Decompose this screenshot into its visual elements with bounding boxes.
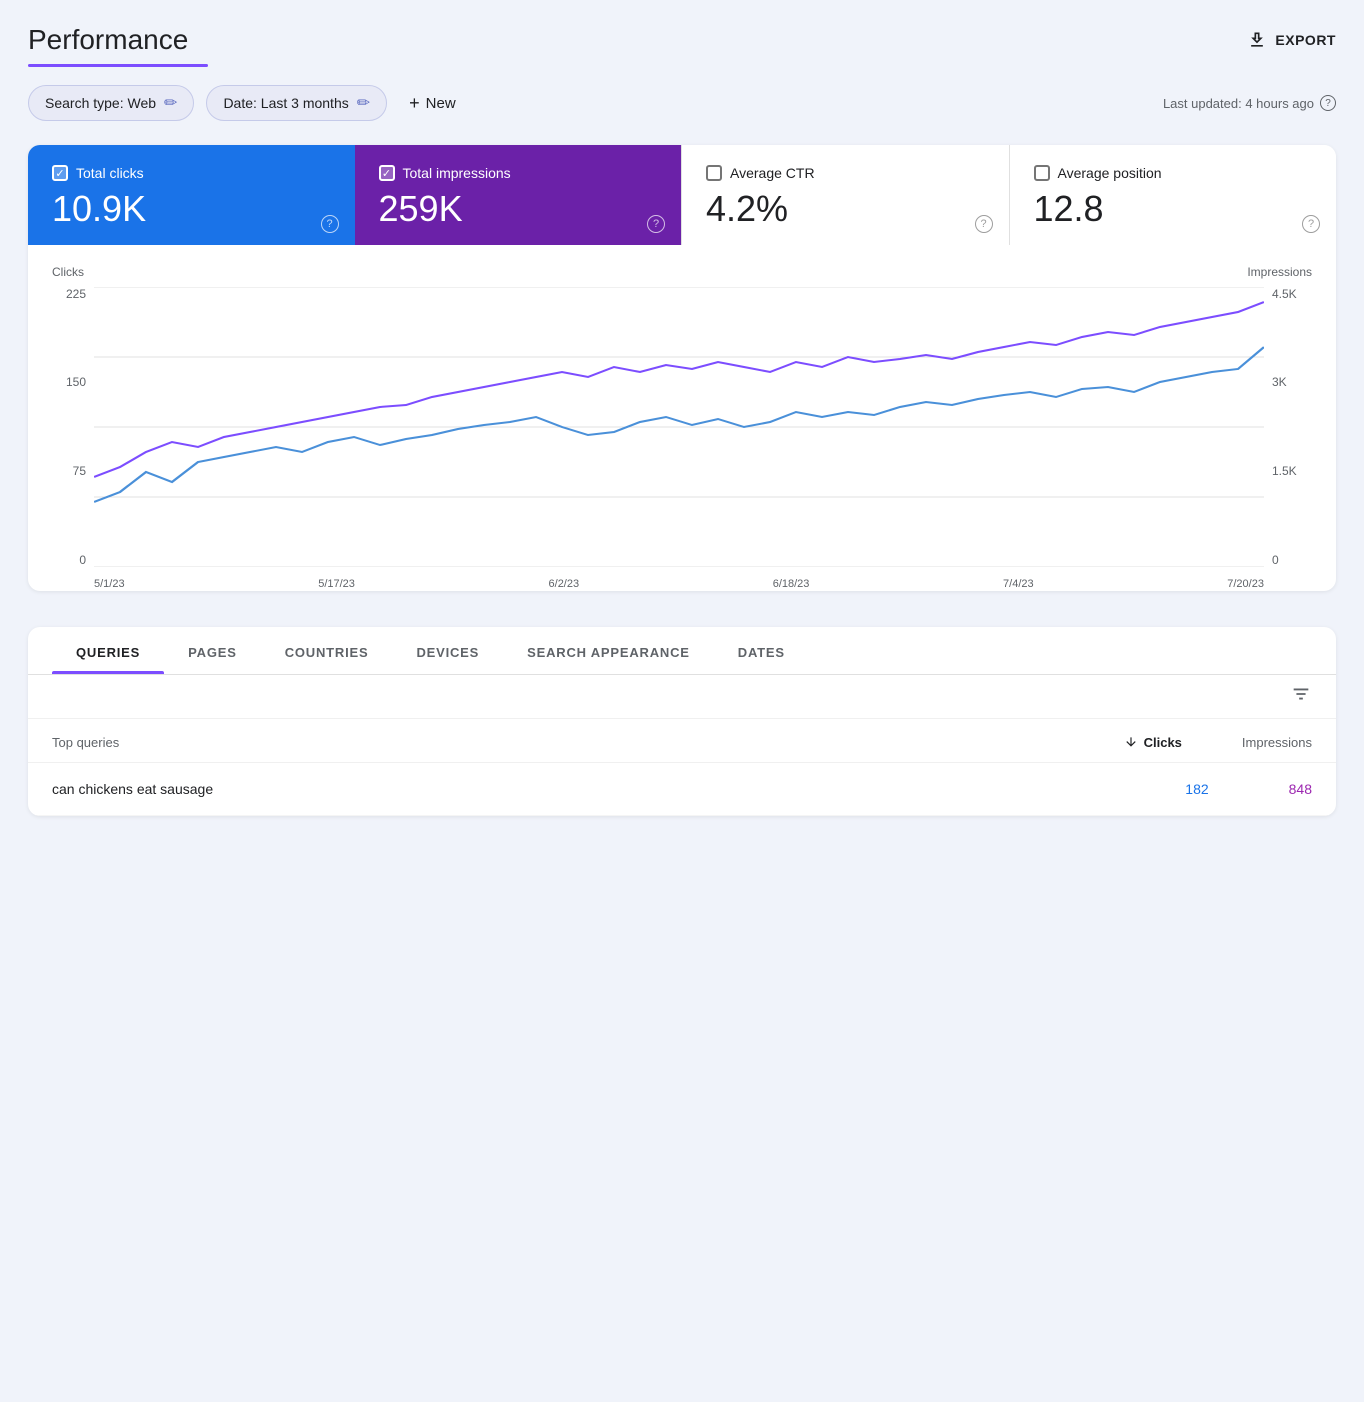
chart-svg-wrapper: 5/1/23 5/17/23 6/2/23 6/18/23 7/4/23 7/2…: [94, 287, 1264, 567]
tabs-card: QUERIES PAGES COUNTRIES DEVICES SEARCH A…: [28, 627, 1336, 816]
spacer: [28, 607, 1336, 627]
tab-search-appearance[interactable]: SEARCH APPEARANCE: [503, 627, 714, 674]
edit-icon: ✏: [164, 93, 177, 113]
metrics-card: Total clicks 10.9K ? Total impressions 2…: [28, 145, 1336, 591]
chart-left-title: Clicks: [52, 265, 678, 279]
metric-total-clicks[interactable]: Total clicks 10.9K ?: [28, 145, 355, 245]
tab-countries[interactable]: COUNTRIES: [261, 627, 393, 674]
new-button[interactable]: + New: [399, 86, 466, 121]
y-right-45k: 4.5K: [1272, 287, 1312, 301]
x-label-5: 7/4/23: [1003, 578, 1034, 590]
clicks-line: [94, 347, 1264, 502]
y-left-0: 0: [52, 553, 86, 567]
header-underline: [28, 64, 208, 67]
query-text[interactable]: can chickens eat sausage: [52, 781, 213, 797]
y-left-75: 75: [52, 464, 86, 478]
position-help-icon[interactable]: ?: [1302, 215, 1320, 233]
chart-area: Clicks Impressions 225 150 75 0: [28, 245, 1336, 591]
edit-icon-date: ✏: [357, 93, 370, 113]
tab-devices[interactable]: DEVICES: [392, 627, 503, 674]
col-query-header: Top queries: [52, 735, 119, 750]
y-right-3k: 3K: [1272, 375, 1312, 389]
filter-icon: [1290, 683, 1312, 705]
x-label-3: 6/2/23: [549, 578, 580, 590]
ctr-checkbox: [706, 165, 722, 181]
filter-bar: Search type: Web ✏ Date: Last 3 months ✏…: [28, 85, 1336, 121]
tab-pages[interactable]: PAGES: [164, 627, 261, 674]
position-value: 12.8: [1034, 189, 1313, 229]
export-icon: [1247, 30, 1267, 50]
metric-average-position[interactable]: Average position 12.8 ?: [1009, 145, 1337, 245]
table-row: can chickens eat sausage 182 848: [28, 763, 1336, 816]
x-label-6: 7/20/23: [1227, 578, 1264, 590]
chart-right-title: Impressions: [686, 265, 1312, 279]
col-impressions-header[interactable]: Impressions: [1242, 735, 1312, 750]
x-label-2: 5/17/23: [318, 578, 355, 590]
date-filter[interactable]: Date: Last 3 months ✏: [206, 85, 387, 121]
y-right-0: 0: [1272, 553, 1312, 567]
metric-total-impressions[interactable]: Total impressions 259K ?: [355, 145, 682, 245]
filter-button[interactable]: [1290, 683, 1312, 710]
tab-queries[interactable]: QUERIES: [52, 627, 164, 674]
x-label-4: 6/18/23: [773, 578, 810, 590]
col-clicks-header[interactable]: Clicks: [1124, 735, 1182, 750]
ctr-value: 4.2%: [706, 189, 985, 229]
table-header-row: Top queries Clicks Impressions: [28, 719, 1336, 763]
impressions-value: 259K: [379, 189, 658, 229]
page-header: Performance EXPORT: [28, 24, 1336, 56]
sort-down-icon: [1124, 735, 1138, 749]
impressions-checkbox: [379, 165, 395, 181]
clicks-help-icon[interactable]: ?: [321, 215, 339, 233]
ctr-help-icon[interactable]: ?: [975, 215, 993, 233]
row-clicks: 182: [1185, 781, 1208, 797]
filter-icon-row: [28, 675, 1336, 719]
chart-svg: [94, 287, 1264, 567]
position-checkbox: [1034, 165, 1050, 181]
metrics-top: Total clicks 10.9K ? Total impressions 2…: [28, 145, 1336, 245]
y-left-225: 225: [52, 287, 86, 301]
last-updated-text: Last updated: 4 hours ago ?: [1163, 95, 1336, 111]
tabs-row: QUERIES PAGES COUNTRIES DEVICES SEARCH A…: [28, 627, 1336, 675]
x-label-1: 5/1/23: [94, 578, 125, 590]
metric-average-ctr[interactable]: Average CTR 4.2% ?: [681, 145, 1009, 245]
clicks-value: 10.9K: [52, 189, 331, 229]
y-left-150: 150: [52, 375, 86, 389]
row-impressions: 848: [1289, 781, 1312, 797]
search-type-filter[interactable]: Search type: Web ✏: [28, 85, 194, 121]
export-button[interactable]: EXPORT: [1247, 30, 1336, 50]
tab-dates[interactable]: DATES: [714, 627, 809, 674]
y-right-15k: 1.5K: [1272, 464, 1312, 478]
clicks-checkbox: [52, 165, 68, 181]
plus-icon: +: [409, 93, 420, 114]
impressions-help-icon[interactable]: ?: [647, 215, 665, 233]
help-icon: ?: [1320, 95, 1336, 111]
page-title: Performance: [28, 24, 188, 56]
